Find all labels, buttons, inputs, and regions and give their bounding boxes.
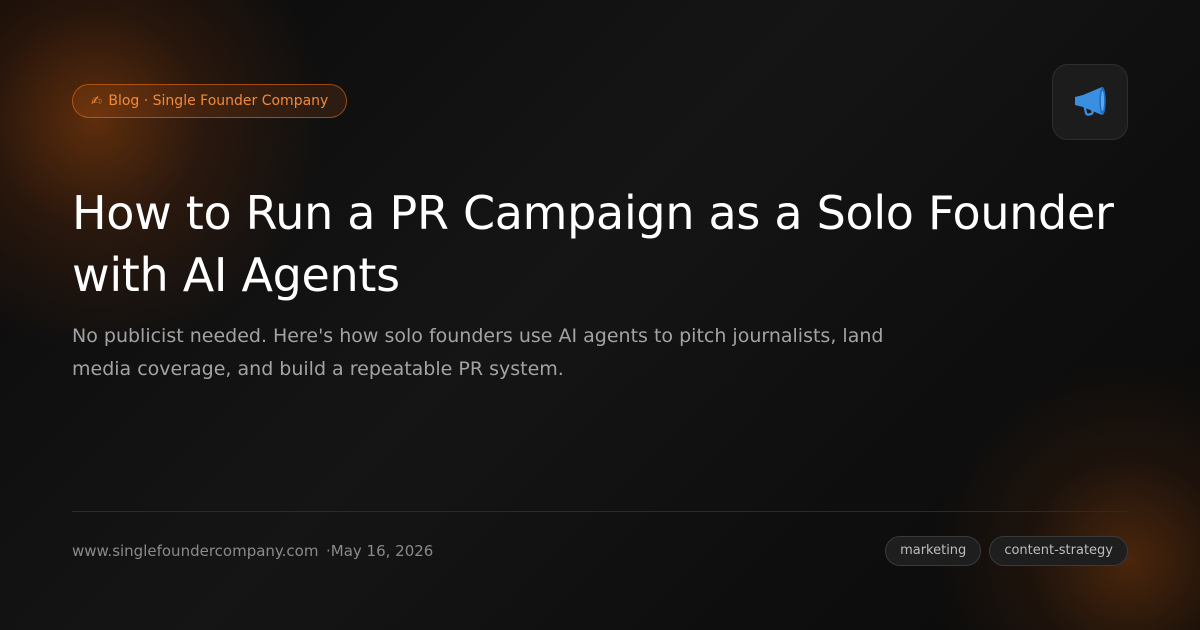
category-badge: ✍ Blog · Single Founder Company: [72, 84, 348, 118]
og-card: ✍ Blog · Single Founder Company How to R…: [0, 0, 1200, 630]
pen-icon: ✍: [91, 94, 102, 109]
tag-list: marketing content-strategy: [885, 536, 1128, 566]
icon-tile: [1052, 64, 1128, 140]
footer-divider: [72, 511, 1128, 512]
tag-marketing[interactable]: marketing: [885, 536, 982, 566]
tag-content-strategy[interactable]: content-strategy: [989, 536, 1128, 566]
category-badge-label: Blog · Single Founder Company: [108, 93, 329, 109]
article-title: How to Run a PR Campaign as a Solo Found…: [72, 186, 1114, 302]
megaphone-icon: [1075, 87, 1106, 116]
publish-date: ·May 16, 2026: [326, 542, 434, 560]
article-subtitle: No publicist needed. Here's how solo fou…: [72, 325, 884, 380]
site-url[interactable]: www.singlefoundercompany.com: [72, 541, 318, 561]
